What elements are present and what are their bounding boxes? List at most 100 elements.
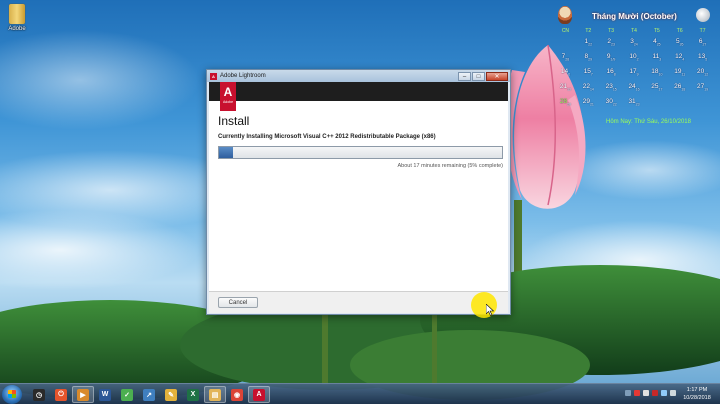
calendar-day-number: 14	[560, 68, 569, 75]
calendar-day-cell[interactable]: 627	[691, 38, 714, 53]
desktop-icon-label: Adobe	[8, 26, 26, 32]
lunar-day-number: 9	[636, 72, 639, 77]
cancel-button[interactable]: Cancel	[218, 297, 258, 308]
calendar-day-cell[interactable]: 1911	[668, 68, 691, 83]
calendar-day-cell[interactable]: 2214	[577, 83, 600, 98]
taskbar-item-word[interactable]: W	[94, 386, 116, 403]
lunar-day-number: 28	[565, 57, 570, 62]
maximize-button[interactable]: □	[472, 71, 485, 81]
taskbar-item-excel[interactable]: X	[182, 386, 204, 403]
lunar-day-number: 21	[589, 102, 594, 107]
taskbar: ◷ ⏻ ▶ W ✓ ↗ ✎ X ▤ ◉ A 1:17 PM 10/28/2018	[0, 383, 720, 404]
tray-flag-icon[interactable]	[643, 390, 649, 396]
lunar-day-number: 14	[589, 87, 594, 92]
lunar-day-number: 4	[682, 57, 685, 62]
lunar-day-number: 22	[612, 102, 617, 107]
moon-icon	[696, 8, 710, 22]
calendar-day-cell[interactable]: 122	[577, 38, 600, 53]
calendar-day-cell[interactable]: 135	[691, 53, 714, 68]
desktop-icon-adobe[interactable]: Adobe	[4, 4, 30, 32]
lunar-day-number: 23	[635, 102, 640, 107]
taskbar-item-notes[interactable]: ✎	[160, 386, 182, 403]
calendar-gadget: Tháng Mười (October) CN T2 T3 T4 T5 T6 T7 122 2…	[554, 4, 714, 128]
tray-network-icon[interactable]	[661, 390, 667, 396]
taskbar-clock[interactable]: 1:17 PM 10/28/2018	[678, 386, 716, 402]
calendar-day-cell[interactable]: 425	[645, 38, 668, 53]
lunar-day-number: 24	[633, 42, 638, 47]
calendar-day-cell[interactable]: 124	[668, 53, 691, 68]
calendar-day-cell[interactable]: 223	[600, 38, 623, 53]
calendar-day-cell[interactable]: 2416	[623, 83, 646, 98]
calendar-day-cell[interactable]: 2012	[691, 68, 714, 83]
adobe-app-icon: A	[210, 72, 217, 80]
weekday-label: CN	[561, 28, 570, 34]
calendar-day-number: 31	[628, 98, 636, 105]
lunar-day-number: 8	[613, 72, 616, 77]
weekday-label: T7	[699, 28, 706, 34]
calendar-day-cell[interactable]: 146	[554, 68, 577, 83]
lunar-day-number: 13	[567, 87, 571, 92]
lunar-day-number: 12	[704, 72, 709, 77]
calendar-day-number: 25	[651, 83, 659, 90]
calendar-day-cell[interactable]: 3123	[623, 98, 646, 113]
weekday-label: T6	[676, 28, 683, 34]
calendar-day-number: 30	[605, 98, 613, 105]
calendar-day-cell[interactable]: 2315	[600, 83, 623, 98]
tray-volume-icon[interactable]	[670, 390, 676, 396]
calendar-day-number: 24	[628, 83, 636, 90]
window-titlebar[interactable]: A Adobe Lightroom – □ ✕	[207, 70, 510, 82]
tray-antivirus-icon[interactable]	[634, 390, 640, 396]
taskbar-item-power[interactable]: ⏻	[50, 386, 72, 403]
lunar-day-number: 2	[636, 57, 639, 62]
calendar-day-cell[interactable]: 3022	[600, 98, 623, 113]
taskbar-item-media-player[interactable]: ▶	[72, 386, 94, 403]
taskbar-item-explorer[interactable]: ▤	[204, 386, 226, 403]
media-player-icon: ▶	[77, 388, 89, 401]
calendar-day-cell[interactable]: 113	[645, 53, 668, 68]
calendar-day-cell[interactable]: 324	[623, 38, 646, 53]
lunar-day-number: 15	[612, 87, 617, 92]
calendar-day-cell[interactable]: 157	[577, 68, 600, 83]
explorer-icon: ▤	[209, 388, 221, 401]
tray-app-icon[interactable]	[652, 390, 658, 396]
taskbar-item-chart-app[interactable]: ↗	[138, 386, 160, 403]
taskbar-item-chrome[interactable]: ◉	[226, 386, 248, 403]
calendar-day-cell[interactable]: 2618	[668, 83, 691, 98]
time-remaining-text: About 17 minutes remaining (5% complete)	[397, 163, 503, 169]
calendar-day-cell[interactable]: 102	[623, 53, 646, 68]
calendar-day-cell[interactable]: 179	[623, 68, 646, 83]
chrome-icon: ◉	[231, 388, 243, 401]
calendar-day-cell[interactable]: 168	[600, 68, 623, 83]
calendar-day-cell[interactable]: 728	[554, 53, 577, 68]
system-tray	[625, 390, 676, 396]
weekday-label: T4	[631, 28, 637, 34]
window-title: Adobe Lightroom	[220, 73, 266, 79]
calendar-day-cell[interactable]: 1810	[645, 68, 668, 83]
calendar-day-cell[interactable]: 2820	[554, 98, 577, 113]
calendar-day-cell[interactable]: 829	[577, 53, 600, 68]
lunar-day-number: 3	[659, 57, 662, 62]
calendar-day-number: 29	[582, 98, 590, 105]
close-button[interactable]: ✕	[486, 71, 508, 81]
mouse-cursor-icon	[486, 304, 494, 316]
taskbar-item-clock-app[interactable]: ◷	[28, 386, 50, 403]
calendar-day-cell[interactable]: 2719	[691, 83, 714, 98]
lunar-day-number: 1/9	[610, 57, 616, 62]
calendar-day-cell[interactable]: 91/9	[600, 53, 623, 68]
calendar-week-row: 728 829 91/9 102 113 124 135	[554, 53, 714, 68]
installer-window: A Adobe Lightroom – □ ✕ A Adobe Install …	[206, 69, 511, 315]
chart-app-icon: ↗	[143, 388, 155, 401]
lunar-day-number: 25	[656, 42, 661, 47]
power-icon: ⏻	[55, 388, 67, 401]
calendar-day-cell[interactable]: 526	[668, 38, 691, 53]
start-button[interactable]	[2, 385, 22, 404]
calendar-day-cell[interactable]: 2921	[577, 98, 600, 113]
taskbar-item-adobe[interactable]: A	[248, 386, 270, 403]
tray-arrow-icon[interactable]	[625, 390, 631, 396]
taskbar-item-app-green[interactable]: ✓	[116, 386, 138, 403]
calendar-day-cell[interactable]: 2517	[645, 83, 668, 98]
calendar-day-cell[interactable]: 2113	[554, 83, 577, 98]
calendar-grid: 122 223 324 425 526 627 728 829 91/9 102 113 124 135…	[554, 38, 714, 113]
weekday-label: T2	[585, 28, 592, 34]
minimize-button[interactable]: –	[458, 71, 471, 81]
